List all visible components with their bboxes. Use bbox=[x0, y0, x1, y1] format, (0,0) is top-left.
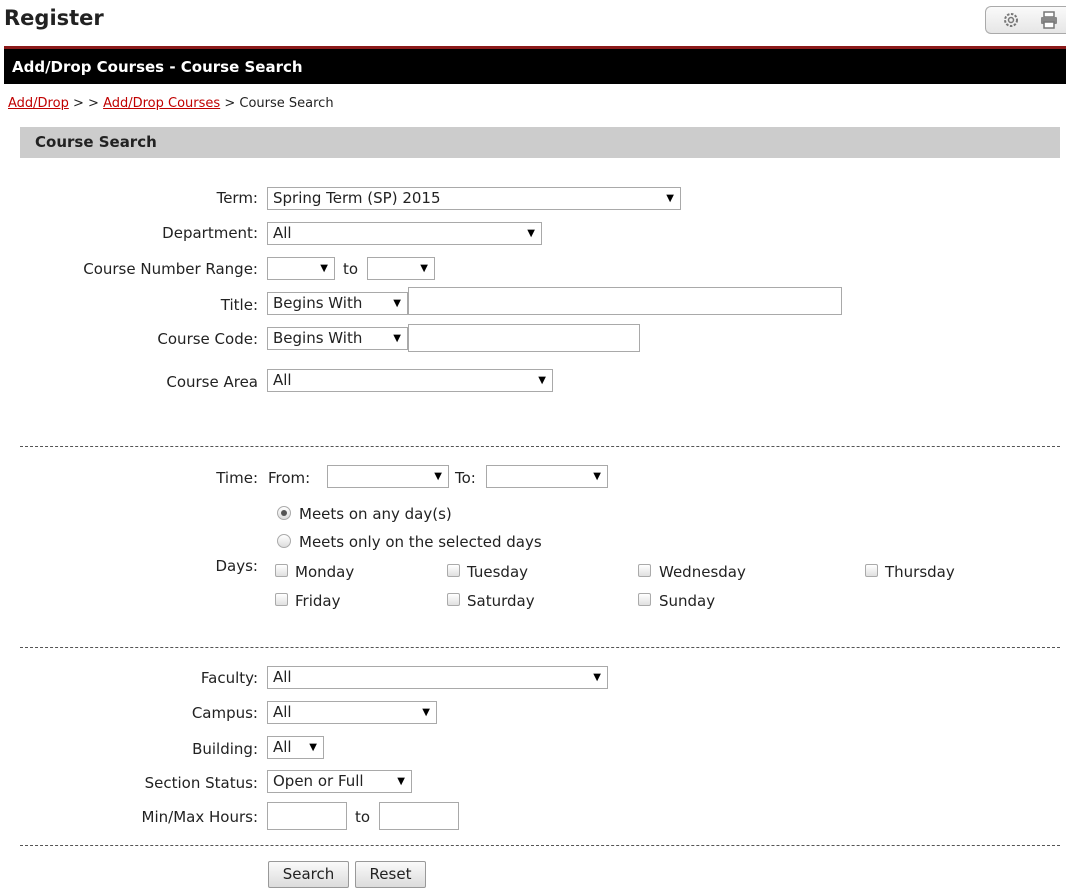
term-label: Term: bbox=[216, 189, 258, 207]
building-select[interactable]: All ▼ bbox=[267, 736, 324, 759]
course-number-to-select[interactable]: ▼ bbox=[367, 257, 435, 280]
chevron-down-icon: ▼ bbox=[397, 776, 405, 787]
chevron-down-icon: ▼ bbox=[538, 375, 546, 386]
course-code-input[interactable] bbox=[408, 324, 640, 352]
day-label-wednesday: Wednesday bbox=[659, 563, 746, 581]
meets-any-day-radio[interactable] bbox=[277, 506, 291, 520]
divider bbox=[20, 647, 1060, 648]
time-to-label: To: bbox=[455, 469, 476, 487]
chevron-down-icon: ▼ bbox=[434, 471, 442, 482]
page-toolbar bbox=[985, 6, 1066, 34]
section-status-select[interactable]: Open or Full ▼ bbox=[267, 770, 412, 793]
hours-to-label: to bbox=[355, 808, 371, 826]
chevron-down-icon: ▼ bbox=[593, 672, 601, 683]
chevron-down-icon: ▼ bbox=[309, 742, 317, 753]
day-label-friday: Friday bbox=[295, 592, 341, 610]
chevron-down-icon: ▼ bbox=[320, 263, 328, 274]
department-label: Department: bbox=[162, 224, 258, 242]
section-title: Course Search bbox=[35, 133, 157, 151]
course-number-to-label: to bbox=[343, 260, 359, 278]
section-header: Course Search bbox=[20, 127, 1060, 158]
meets-selected-days-label: Meets only on the selected days bbox=[299, 533, 542, 551]
building-label: Building: bbox=[192, 740, 258, 758]
campus-label: Campus: bbox=[191, 704, 258, 722]
faculty-label: Faculty: bbox=[200, 669, 258, 687]
day-checkbox-saturday[interactable] bbox=[447, 593, 460, 606]
max-hours-input[interactable] bbox=[379, 802, 459, 830]
page-heading-bar: Add/Drop Courses - Course Search bbox=[4, 46, 1066, 84]
breadcrumb-current: Course Search bbox=[239, 96, 334, 111]
chevron-down-icon: ▼ bbox=[666, 193, 674, 204]
day-label-thursday: Thursday bbox=[885, 563, 955, 581]
day-checkbox-friday[interactable] bbox=[275, 593, 288, 606]
meets-selected-days-radio[interactable] bbox=[277, 534, 291, 548]
min-hours-input[interactable] bbox=[267, 802, 347, 830]
days-label: Days: bbox=[215, 557, 259, 575]
breadcrumb: Add/Drop > > Add/Drop Courses > Course S… bbox=[8, 96, 334, 111]
course-area-label: Course Area bbox=[166, 373, 258, 391]
day-label-saturday: Saturday bbox=[467, 592, 535, 610]
breadcrumb-link-add-drop-courses[interactable]: Add/Drop Courses bbox=[103, 96, 220, 111]
meets-any-day-label: Meets on any day(s) bbox=[299, 505, 452, 523]
course-area-select[interactable]: All ▼ bbox=[267, 369, 553, 392]
faculty-select[interactable]: All ▼ bbox=[267, 666, 608, 689]
day-checkbox-sunday[interactable] bbox=[638, 593, 651, 606]
chevron-down-icon: ▼ bbox=[527, 228, 535, 239]
gear-icon[interactable] bbox=[1000, 10, 1022, 30]
course-number-range-label: Course Number Range: bbox=[83, 260, 258, 278]
term-select[interactable]: Spring Term (SP) 2015 ▼ bbox=[267, 187, 681, 210]
time-to-select[interactable]: ▼ bbox=[486, 465, 608, 488]
chevron-down-icon: ▼ bbox=[422, 707, 430, 718]
day-label-monday: Monday bbox=[295, 563, 355, 581]
page-title: Register bbox=[4, 6, 104, 30]
day-checkbox-monday[interactable] bbox=[275, 564, 288, 577]
title-label: Title: bbox=[220, 296, 258, 314]
chevron-down-icon: ▼ bbox=[393, 298, 401, 309]
campus-select[interactable]: All ▼ bbox=[267, 701, 437, 724]
title-input[interactable] bbox=[408, 287, 842, 315]
title-match-select[interactable]: Begins With ▼ bbox=[267, 292, 408, 315]
divider bbox=[20, 446, 1060, 447]
chevron-down-icon: ▼ bbox=[420, 263, 428, 274]
day-checkbox-wednesday[interactable] bbox=[638, 564, 651, 577]
section-status-label: Section Status: bbox=[144, 774, 258, 792]
day-label-tuesday: Tuesday bbox=[467, 563, 529, 581]
day-checkbox-tuesday[interactable] bbox=[447, 564, 460, 577]
time-label: Time: bbox=[216, 469, 258, 487]
print-icon[interactable] bbox=[1038, 10, 1060, 30]
course-code-match-select[interactable]: Begins With ▼ bbox=[267, 327, 408, 350]
chevron-down-icon: ▼ bbox=[393, 333, 401, 344]
course-number-from-select[interactable]: ▼ bbox=[267, 257, 335, 280]
chevron-down-icon: ▼ bbox=[593, 471, 601, 482]
reset-button[interactable]: Reset bbox=[355, 861, 426, 888]
search-button[interactable]: Search bbox=[268, 861, 349, 888]
time-from-select[interactable]: ▼ bbox=[327, 465, 449, 488]
department-select[interactable]: All ▼ bbox=[267, 222, 542, 245]
min-max-hours-label: Min/Max Hours: bbox=[141, 808, 258, 826]
day-label-sunday: Sunday bbox=[659, 592, 716, 610]
page-heading: Add/Drop Courses - Course Search bbox=[12, 58, 303, 76]
day-checkbox-thursday[interactable] bbox=[865, 564, 878, 577]
breadcrumb-link-add-drop[interactable]: Add/Drop bbox=[8, 96, 69, 111]
divider bbox=[20, 845, 1060, 846]
course-code-label: Course Code: bbox=[157, 330, 258, 348]
time-from-label: From: bbox=[268, 469, 311, 487]
